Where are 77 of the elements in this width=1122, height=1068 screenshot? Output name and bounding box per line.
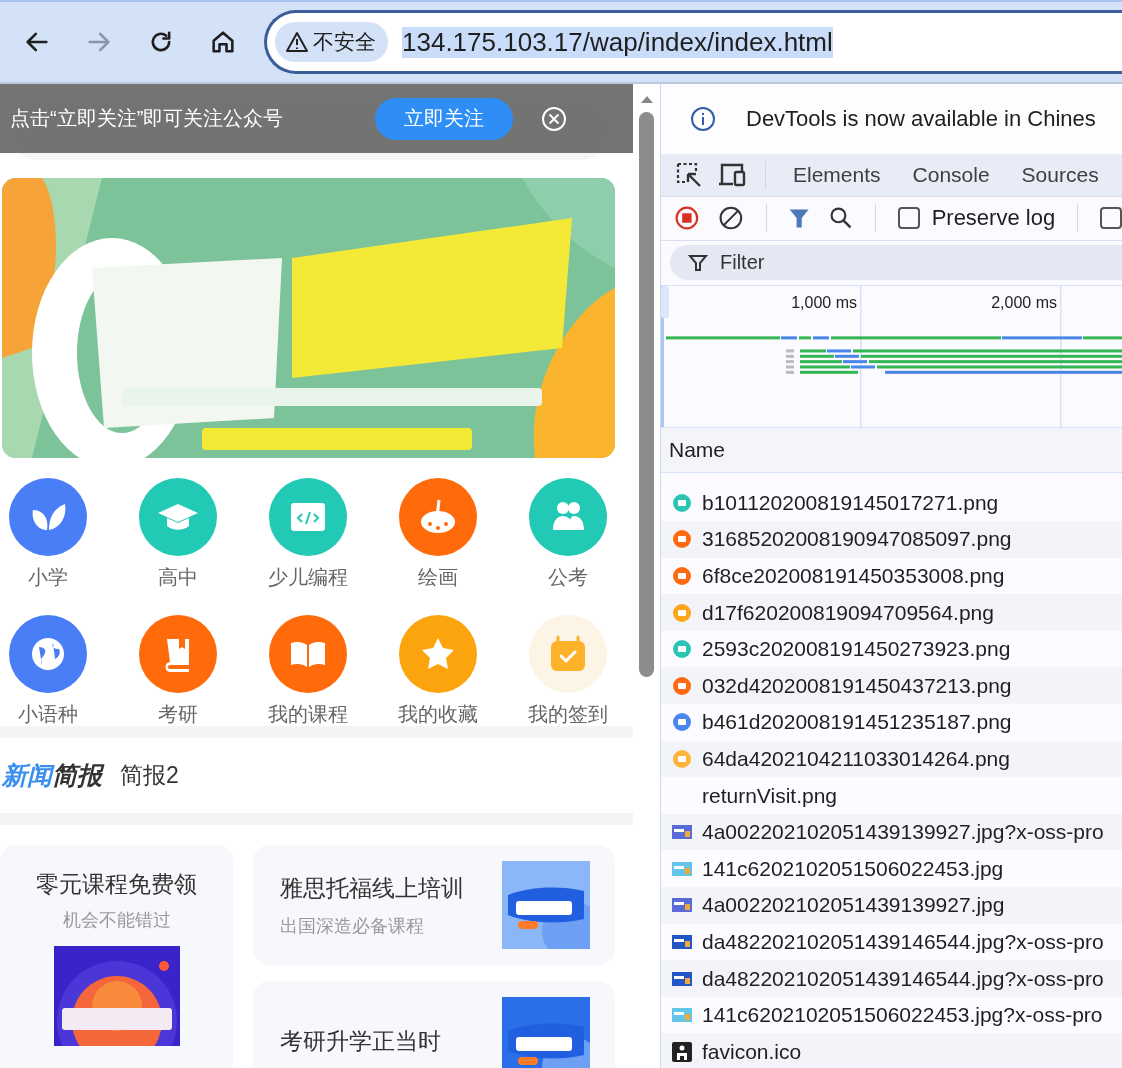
course-card[interactable]: 考研升学正当时 — [253, 981, 615, 1068]
scroll-up-icon[interactable] — [639, 94, 654, 104]
card-title: 零元课程免费领 — [36, 870, 197, 899]
category-item[interactable]: 小语种 — [0, 615, 96, 728]
request-name: da482202102051439146544.jpg?x-oss-pro — [702, 929, 1104, 954]
tick-label: 2,000 ms — [990, 294, 1058, 313]
course-card[interactable]: 零元课程免费领 机会不能错过 — [0, 845, 233, 1068]
request-row[interactable]: 4a002202102051439139927.jpg?x-oss-pro — [661, 813, 1122, 851]
request-name: 6f8ce202008191450353008.png — [702, 564, 1005, 588]
checkbox[interactable] — [1100, 207, 1122, 230]
address-bar[interactable]: 不安全 134.175.103.17/wap/index/index.html — [264, 10, 1122, 74]
devtools-tab[interactable]: Elements — [784, 162, 890, 187]
notice-text: DevTools is now available in Chines — [746, 105, 1096, 132]
tick-label: 1,000 ms — [790, 294, 858, 313]
request-name: 4a002202102051439139927.jpg?x-oss-pro — [702, 820, 1104, 845]
category-label: 我的收藏 — [398, 702, 478, 727]
category-item[interactable]: 我的收藏 — [390, 615, 486, 728]
request-name: d17f620200819094709564.png — [702, 600, 994, 625]
category-item[interactable]: 少儿编程 — [260, 478, 356, 591]
category-label: 绘画 — [418, 565, 458, 590]
card-subtitle: 机会不能错过 — [62, 909, 171, 932]
filter-field[interactable]: Filter — [670, 245, 1122, 281]
category-item[interactable]: 公考 — [520, 478, 616, 591]
request-name: b461d202008191451235187.png — [702, 710, 1012, 735]
category-label: 我的签到 — [528, 702, 608, 727]
category-label: 考研 — [158, 702, 198, 727]
security-chip[interactable]: 不安全 — [275, 22, 388, 62]
course-card[interactable]: 雅思托福线上培训 出国深造必备课程 — [253, 845, 615, 965]
request-name: 032d4202008191450437213.png — [702, 673, 1012, 698]
card-subtitle: 出国深造必备课程 — [280, 914, 425, 938]
request-row[interactable]: 31685202008190947085097.png — [661, 521, 1122, 558]
inspect-icon[interactable] — [675, 160, 703, 189]
category-label: 高中 — [158, 565, 198, 590]
checkbox[interactable] — [897, 207, 920, 230]
request-name: b101120200819145017271.png — [702, 490, 999, 515]
card-title: 雅思托福线上培训 — [280, 873, 464, 903]
request-name: returnVisit.png — [702, 783, 838, 808]
category-label: 公考 — [548, 565, 588, 590]
funnel-icon — [688, 252, 708, 273]
category-item[interactable]: 绘画 — [390, 478, 486, 591]
request-row[interactable]: 032d4202008191450437213.png — [661, 667, 1122, 705]
request-row[interactable]: 4a002202102051439139927.jpg — [661, 887, 1122, 924]
info-icon — [690, 105, 716, 132]
category-item[interactable]: 我的签到 — [520, 615, 616, 728]
news-tab[interactable]: 简报2 — [120, 760, 179, 791]
card-title: 考研升学正当时 — [280, 1026, 441, 1056]
category-item[interactable]: 小学 — [0, 478, 96, 591]
request-name: da482202102051439146544.jpg?x-oss-pro — [702, 966, 1104, 991]
devtools-tab[interactable]: Sources — [1012, 162, 1108, 187]
category-label: 小语种 — [18, 702, 78, 727]
follow-message: 点击“立即关注”即可关注公众号 — [10, 106, 284, 131]
devtools-tab[interactable]: Console — [903, 162, 999, 187]
close-icon[interactable] — [541, 105, 568, 132]
url-text: 134.175.103.17/wap/index/index.html — [402, 26, 833, 58]
request-name: 141c6202102051506022453.jpg — [702, 856, 1004, 881]
column-header[interactable]: Name — [669, 437, 726, 462]
category-item[interactable]: 我的课程 — [260, 615, 356, 728]
request-name: 4a002202102051439139927.jpg — [702, 893, 1005, 918]
favicon-icon — [672, 1041, 692, 1062]
category-label: 我的课程 — [268, 702, 348, 727]
request-row[interactable]: d17f620200819094709564.png — [661, 594, 1122, 631]
preserve-log-checkbox[interactable]: Preserve log — [897, 205, 1056, 232]
request-name: 64da4202104211033014264.png — [702, 746, 1010, 771]
request-name: favicon.ico — [702, 1039, 802, 1064]
home-icon — [209, 28, 237, 56]
request-row[interactable]: favicon.ico — [661, 1033, 1122, 1068]
category-item[interactable]: 考研 — [130, 615, 226, 728]
category-label: 少儿编程 — [268, 565, 348, 590]
request-name: 2593c202008191450273923.png — [702, 637, 1011, 662]
category-label: 小学 — [28, 565, 68, 590]
warning-icon — [285, 31, 309, 53]
request-row[interactable]: 64da4202104211033014264.png — [661, 740, 1122, 778]
security-label: 不安全 — [313, 29, 376, 55]
request-name: 31685202008190947085097.png — [702, 527, 1012, 552]
request-name: 141c6202102051506022453.jpg?x-oss-pro — [702, 1003, 1103, 1028]
category-item[interactable]: 高中 — [130, 478, 226, 591]
request-row[interactable]: da482202102051439146544.jpg?x-oss-pro — [661, 960, 1122, 997]
